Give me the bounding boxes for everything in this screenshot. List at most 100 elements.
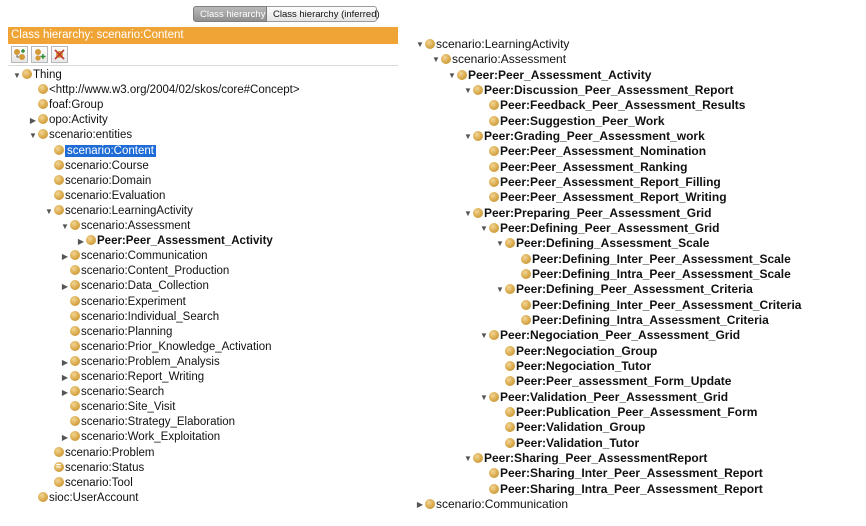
tree-row-peer-peer-assessment-form-update[interactable]: Peer:Peer_assessment_Form_Update	[495, 374, 731, 389]
add-sibling-button[interactable]	[31, 46, 48, 63]
class-label[interactable]: scenario:entities	[49, 129, 132, 141]
tree-row-scenario-course[interactable]: scenario:Course	[44, 159, 149, 174]
expanded-triangle-icon[interactable]: ▼	[28, 128, 38, 143]
class-label[interactable]: <http://www.w3.org/2004/02/skos/core#Con…	[49, 84, 300, 96]
tree-row-scenario-communication[interactable]: ▶ scenario:Communication	[415, 497, 568, 512]
class-label[interactable]: Peer:Grading_Peer_Assessment_work	[484, 129, 705, 143]
tree-row-peer-discussion-peer-assessment-report[interactable]: ▼ Peer:Discussion_Peer_Assessment_Report	[463, 83, 733, 98]
tab-class-hierarchy[interactable]: Class hierarchy	[193, 6, 267, 22]
class-label[interactable]: scenario:Problem_Analysis	[81, 356, 220, 368]
tree-row-peer-feedback-peer-assessment-results[interactable]: Peer:Feedback_Peer_Assessment_Results	[479, 98, 745, 113]
class-label[interactable]: scenario:Communication	[81, 250, 208, 262]
tree-row-peer-validation-peer-assessment-grid[interactable]: ▼ Peer:Validation_Peer_Assessment_Grid	[479, 390, 728, 405]
tree-row-peer-grading-peer-assessment-work[interactable]: ▼ Peer:Grading_Peer_Assessment_work	[463, 129, 705, 144]
class-label[interactable]: Peer:Negociation_Group	[516, 344, 657, 358]
tree-row-peer-suggestion-peer-work[interactable]: Peer:Suggestion_Peer_Work	[479, 114, 665, 129]
tree-row-peer-defining-inter-peer-assessment-criteria[interactable]: Peer:Defining_Inter_Peer_Assessment_Crit…	[511, 298, 801, 313]
tree-row-scenario-learningactivity[interactable]: ▼ scenario:LearningActivity	[415, 37, 569, 52]
class-label[interactable]: Peer:Peer_Assessment_Activity	[468, 68, 651, 82]
collapsed-triangle-icon[interactable]: ▶	[415, 497, 425, 512]
expanded-triangle-icon[interactable]: ▼	[479, 390, 489, 405]
class-label[interactable]: Peer:Defining_Inter_Peer_Assessment_Scal…	[532, 252, 791, 266]
tree-row-peer-validation-group[interactable]: Peer:Validation_Group	[495, 420, 645, 435]
tree-row-peer-publication-peer-assessment-form[interactable]: Peer:Publication_Peer_Assessment_Form	[495, 405, 757, 420]
class-label[interactable]: scenario:Communication	[436, 497, 568, 511]
tree-row-scenario-learningactivity[interactable]: ▼ scenario:LearningActivity	[44, 204, 193, 219]
tree-row-scenario-prior-knowledge-activation[interactable]: scenario:Prior_Knowledge_Activation	[60, 340, 272, 355]
class-label[interactable]: scenario:LearningActivity	[65, 205, 193, 217]
tree-row-scenario-assessment[interactable]: ▼ scenario:Assessment	[431, 52, 566, 67]
expanded-triangle-icon[interactable]: ▼	[495, 282, 505, 297]
class-label[interactable]: scenario:Planning	[81, 326, 172, 338]
class-label[interactable]: scenario:Prior_Knowledge_Activation	[81, 341, 272, 353]
collapsed-triangle-icon[interactable]: ▶	[60, 430, 70, 445]
collapsed-triangle-icon[interactable]: ▶	[76, 234, 86, 249]
expanded-triangle-icon[interactable]: ▼	[44, 204, 54, 219]
class-label[interactable]: scenario:Status	[65, 462, 144, 474]
class-label[interactable]: scenario:Problem	[65, 447, 154, 459]
tree-row-peer-sharing-inter-peer-assessment-report[interactable]: Peer:Sharing_Inter_Peer_Assessment_Repor…	[479, 466, 763, 481]
collapsed-triangle-icon[interactable]: ▶	[60, 370, 70, 385]
class-label[interactable]: Peer:Validation_Tutor	[516, 436, 639, 450]
expanded-triangle-icon[interactable]: ▼	[431, 52, 441, 67]
class-label[interactable]: scenario:Course	[65, 160, 149, 172]
class-label[interactable]: scenario:Assessment	[452, 52, 566, 66]
collapsed-triangle-icon[interactable]: ▶	[28, 113, 38, 128]
class-label[interactable]: scenario:Evaluation	[65, 190, 165, 202]
tree-row-http-www-w3-org-2004-02-skos-core-concept[interactable]: <http://www.w3.org/2004/02/skos/core#Con…	[28, 83, 300, 98]
class-label[interactable]: Peer:Publication_Peer_Assessment_Form	[516, 405, 757, 419]
tree-row-sioc-useraccount[interactable]: sioc:UserAccount	[28, 491, 138, 506]
class-label[interactable]: Peer:Negociation_Peer_Assessment_Grid	[500, 328, 740, 342]
tree-row-scenario-site-visit[interactable]: scenario:Site_Visit	[60, 400, 175, 415]
tree-row-peer-peer-assessment-nomination[interactable]: Peer:Peer_Assessment_Nomination	[479, 144, 706, 159]
tree-row-scenario-experiment[interactable]: scenario:Experiment	[60, 295, 186, 310]
class-label[interactable]: Peer:Peer_Assessment_Report_Writing	[500, 190, 727, 204]
tree-row-scenario-entities[interactable]: ▼ scenario:entities	[28, 128, 132, 143]
tree-row-peer-negociation-tutor[interactable]: Peer:Negociation_Tutor	[495, 359, 651, 374]
class-label[interactable]: Thing	[33, 69, 62, 81]
tab-class-hierarchy-inferred[interactable]: Class hierarchy (inferred)	[267, 6, 380, 22]
tree-row-thing[interactable]: ▼ Thing	[12, 68, 62, 83]
class-label[interactable]: scenario:Content	[65, 144, 156, 157]
expanded-triangle-icon[interactable]: ▼	[447, 68, 457, 83]
tree-row-peer-defining-intra-peer-assessment-scale[interactable]: Peer:Defining_Intra_Peer_Assessment_Scal…	[511, 267, 791, 282]
class-label[interactable]: foaf:Group	[49, 99, 103, 111]
tree-row-scenario-report-writing[interactable]: ▶ scenario:Report_Writing	[60, 370, 204, 385]
tree-row-scenario-search[interactable]: ▶ scenario:Search	[60, 385, 164, 400]
class-label[interactable]: Peer:Preparing_Peer_Assessment_Grid	[484, 206, 711, 220]
expanded-triangle-icon[interactable]: ▼	[463, 206, 473, 221]
tree-row-scenario-planning[interactable]: scenario:Planning	[60, 325, 172, 340]
tree-row-peer-sharing-intra-peer-assessment-report[interactable]: Peer:Sharing_Intra_Peer_Assessment_Repor…	[479, 482, 763, 497]
collapsed-triangle-icon[interactable]: ▶	[60, 249, 70, 264]
tree-row-peer-peer-assessment-report-filling[interactable]: Peer:Peer_Assessment_Report_Filling	[479, 175, 721, 190]
class-label[interactable]: scenario:Individual_Search	[81, 311, 219, 323]
class-label[interactable]: scenario:Assessment	[81, 220, 190, 232]
class-label[interactable]: Peer:Peer_Assessment_Report_Filling	[500, 175, 721, 189]
expanded-triangle-icon[interactable]: ▼	[415, 37, 425, 52]
tree-row-peer-peer-assessment-report-writing[interactable]: Peer:Peer_Assessment_Report_Writing	[479, 190, 727, 205]
class-label[interactable]: Peer:Negociation_Tutor	[516, 359, 651, 373]
tree-row-peer-validation-tutor[interactable]: Peer:Validation_Tutor	[495, 436, 639, 451]
class-label[interactable]: Peer:Defining_Peer_Assessment_Criteria	[516, 282, 753, 296]
class-label[interactable]: Peer:Peer_Assessment_Ranking	[500, 160, 687, 174]
class-label[interactable]: Peer:Sharing_Peer_AssessmentReport	[484, 451, 707, 465]
expanded-triangle-icon[interactable]: ▼	[463, 451, 473, 466]
expanded-triangle-icon[interactable]: ▼	[60, 219, 70, 234]
class-label[interactable]: Peer:Defining_Intra_Assessment_Criteria	[532, 313, 769, 327]
tree-row-peer-negociation-peer-assessment-grid[interactable]: ▼ Peer:Negociation_Peer_Assessment_Grid	[479, 328, 740, 343]
class-label[interactable]: Peer:Validation_Group	[516, 420, 645, 434]
tree-row-scenario-domain[interactable]: scenario:Domain	[44, 174, 151, 189]
expanded-triangle-icon[interactable]: ▼	[12, 68, 22, 83]
class-label[interactable]: Peer:Sharing_Intra_Peer_Assessment_Repor…	[500, 482, 763, 496]
class-label[interactable]: scenario:Site_Visit	[81, 401, 175, 413]
class-label[interactable]: scenario:Domain	[65, 175, 151, 187]
class-label[interactable]: scenario:Tool	[65, 477, 133, 489]
collapsed-triangle-icon[interactable]: ▶	[60, 355, 70, 370]
class-label[interactable]: Peer:Peer_Assessment_Nomination	[500, 144, 706, 158]
expanded-triangle-icon[interactable]: ▼	[463, 83, 473, 98]
tree-row-peer-defining-peer-assessment-grid[interactable]: ▼ Peer:Defining_Peer_Assessment_Grid	[479, 221, 719, 236]
class-label[interactable]: Peer:Sharing_Inter_Peer_Assessment_Repor…	[500, 466, 763, 480]
tree-row-scenario-evaluation[interactable]: scenario:Evaluation	[44, 189, 165, 204]
tree-row-peer-defining-peer-assessment-criteria[interactable]: ▼ Peer:Defining_Peer_Assessment_Criteria	[495, 282, 753, 297]
expanded-triangle-icon[interactable]: ▼	[479, 328, 489, 343]
